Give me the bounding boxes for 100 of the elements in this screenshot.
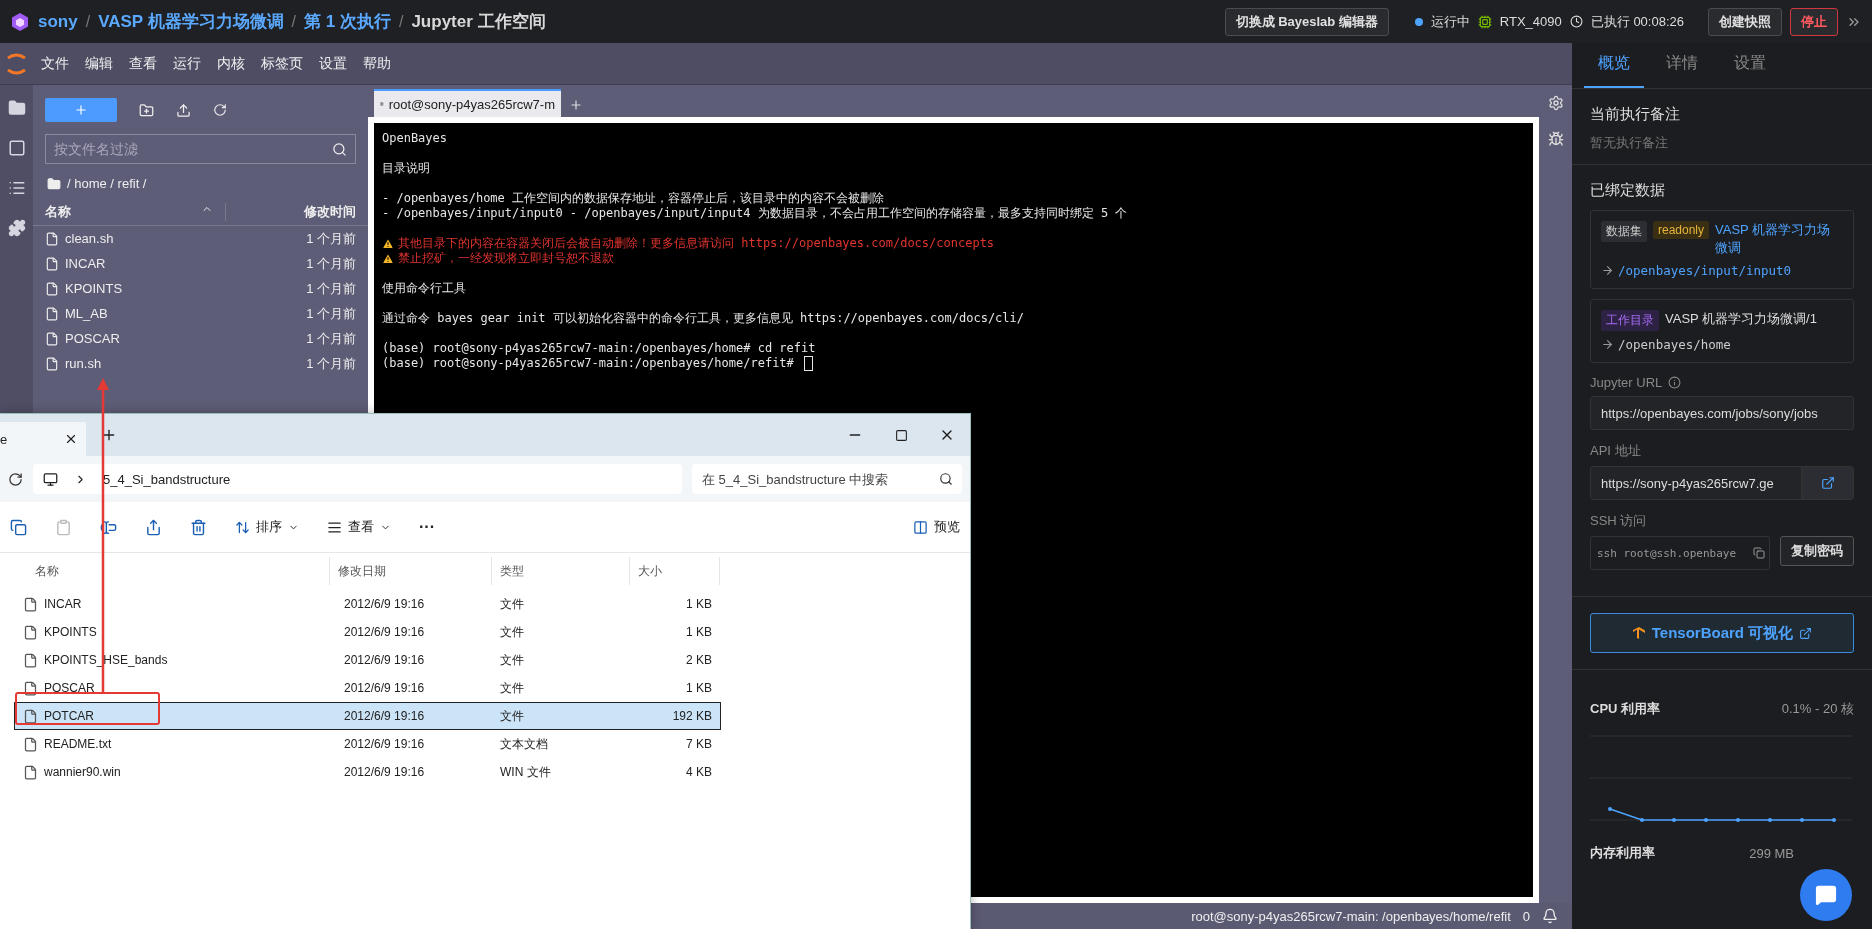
share-icon[interactable] (145, 518, 162, 536)
trash-icon[interactable] (190, 518, 207, 536)
snapshot-button[interactable]: 创建快照 (1708, 7, 1782, 36)
file-size: 1 KB (685, 597, 713, 611)
menu-item[interactable]: 标签页 (253, 54, 311, 73)
separator: / (398, 12, 404, 31)
stop-button[interactable]: 停止 (1790, 7, 1838, 36)
more-button[interactable]: ··· (419, 518, 435, 536)
file-name: POSCAR (44, 681, 95, 695)
file-name[interactable]: clean.sh (59, 231, 307, 246)
menu-item[interactable]: 查看 (121, 54, 165, 73)
file-icon (23, 624, 38, 640)
terminal-line: 通过命令 bayes gear init 可以初始化容器中的命令行工具，更多信息见 https://openbayes.com/docs/cli/ (382, 311, 1024, 326)
file-name: POTCAR (44, 709, 94, 723)
menu-item[interactable]: 文件 (33, 54, 77, 73)
file-size: 2 KB (685, 653, 713, 667)
upload-icon[interactable] (176, 102, 191, 118)
url-field[interactable]: https://openbayes.com/jobs/sony/jobs (1590, 396, 1854, 430)
file-name[interactable]: ML_AB (59, 306, 307, 321)
sort-button[interactable]: 排序 (235, 518, 299, 536)
panel-tab[interactable]: 概览 (1584, 43, 1644, 88)
panel-tab[interactable]: 设置 (1720, 43, 1780, 88)
bug-icon[interactable] (1547, 131, 1564, 147)
breadcrumb-link[interactable]: VASP 机器学习力场微调 (98, 10, 284, 33)
mount-path: /openbayes/input/input0 (1618, 263, 1792, 278)
switch-editor-button[interactable]: 切换成 Bayeslab 编辑器 (1224, 7, 1389, 36)
sort-icon (235, 519, 250, 535)
modified-date: 2012/6/9 19:16 (343, 681, 426, 695)
dataset-link[interactable]: VASP 机器学习力场微调 (1715, 221, 1843, 257)
file-row[interactable]: KPOINTS 2012/6/9 19:16 文件 1 KB (15, 619, 720, 645)
search-field[interactable]: 在 5_4_Si_bandstructure 中搜索 (692, 464, 962, 494)
settings-icon[interactable] (1547, 95, 1564, 111)
file-row[interactable]: INCAR 2012/6/9 19:16 文件 1 KB (15, 591, 720, 617)
modified-date: 2012/6/9 19:16 (343, 597, 426, 611)
file-row[interactable]: wannier90.win 2012/6/9 19:16 WIN 文件 4 KB (15, 759, 720, 785)
folder-icon[interactable] (7, 99, 26, 117)
close-icon[interactable] (64, 432, 78, 446)
add-tab-icon[interactable] (569, 98, 583, 112)
mount-path: /openbayes/home (1618, 337, 1731, 352)
column-header[interactable]: 修改日期 (330, 557, 492, 585)
filter-field[interactable]: 按文件名过滤 (45, 134, 356, 164)
search-icon[interactable] (939, 472, 953, 486)
puzzle-icon[interactable] (7, 219, 26, 237)
url-field[interactable]: https://sony-p4yas265rcw7.ge (1590, 466, 1854, 500)
tensorboard-button[interactable]: TensorBoard 可视化 (1590, 613, 1854, 653)
file-icon (45, 356, 59, 371)
menu-item[interactable]: 帮助 (355, 54, 399, 73)
modified-time: 1 个月前 (306, 229, 356, 248)
copy-password-button[interactable]: 复制密码 (1780, 536, 1854, 566)
bell-icon[interactable] (1542, 908, 1558, 924)
new-folder-icon[interactable] (139, 102, 154, 118)
tab-title: e (0, 431, 8, 447)
file-row[interactable]: POSCAR 2012/6/9 19:16 文件 1 KB (15, 675, 720, 701)
menu-item[interactable]: 设置 (311, 54, 355, 73)
modified-date: 2012/6/9 19:16 (343, 709, 426, 723)
menu-item[interactable]: 编辑 (77, 54, 121, 73)
copy-icon[interactable] (1753, 547, 1765, 559)
maximize-icon[interactable] (894, 428, 908, 442)
file-row[interactable]: README.txt 2012/6/9 19:16 文本文档 7 KB (15, 731, 720, 757)
explorer-tab[interactable]: e (0, 422, 86, 456)
search-icon[interactable] (332, 142, 347, 157)
file-row[interactable]: POTCAR 2012/6/9 19:16 文件 192 KB (15, 703, 720, 729)
dataset-link[interactable]: VASP 机器学习力场微调/1 (1665, 310, 1817, 328)
view-button[interactable]: 查看 (327, 518, 391, 536)
tag: readonly (1653, 221, 1710, 239)
copy-icon[interactable] (10, 518, 27, 536)
preview-button[interactable]: 预览 (913, 518, 960, 536)
breadcrumb-link[interactable]: 第 1 次执行 (304, 10, 391, 33)
open-link-button[interactable] (1801, 467, 1853, 499)
file-name[interactable]: run.sh (59, 356, 307, 371)
file-type: 文件 (499, 595, 525, 613)
rename-icon[interactable] (100, 518, 117, 536)
file-type: WIN 文件 (499, 763, 552, 781)
panel-tab[interactable]: 详情 (1652, 43, 1712, 88)
file-name[interactable]: POSCAR (59, 331, 307, 346)
column-header[interactable]: 名称 (15, 557, 330, 585)
address-bar[interactable]: 5_4_Si_bandstructure (33, 464, 682, 494)
empty-note: 暂无执行备注 (1590, 134, 1669, 152)
metric-value: 0.1% - 20 核 (1781, 700, 1854, 718)
file-name[interactable]: KPOINTS (59, 281, 307, 296)
list-icon[interactable] (7, 179, 26, 197)
file-name[interactable]: INCAR (59, 256, 307, 271)
new-tab-icon[interactable] (101, 427, 117, 443)
terminal-tab[interactable]: root@sony-p4yas265rcw7-m (374, 89, 561, 117)
page-title: Jupyter 工作空间 (411, 11, 546, 33)
menu-item[interactable]: 内核 (209, 54, 253, 73)
column-header[interactable]: 名称 (33, 203, 226, 221)
ssh-field[interactable]: ssh root@ssh.openbaye (1590, 536, 1770, 570)
breadcrumb-link[interactable]: sony (38, 11, 78, 32)
refresh-icon[interactable] (8, 471, 23, 487)
modified-time: 1 个月前 (306, 254, 356, 273)
path-breadcrumb[interactable]: / home / refit / (67, 176, 147, 191)
modified-time: 1 个月前 (306, 279, 356, 298)
file-icon (23, 680, 38, 696)
clock-icon (1569, 15, 1583, 28)
column-header[interactable]: 大小 (630, 557, 720, 585)
chat-button[interactable] (1800, 869, 1852, 921)
column-header[interactable]: 修改时间 (226, 203, 368, 221)
menu-item[interactable]: 运行 (165, 54, 209, 73)
column-header[interactable]: 类型 (492, 557, 630, 585)
